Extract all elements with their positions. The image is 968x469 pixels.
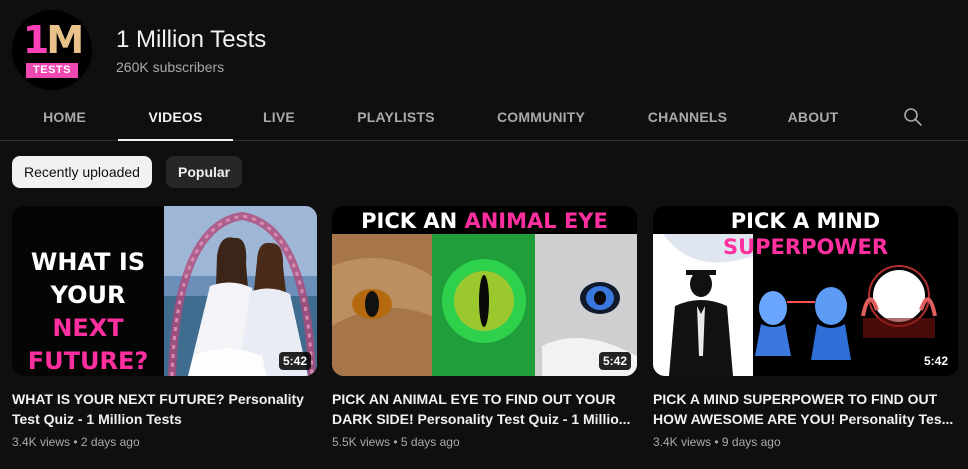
channel-header: 1M TESTS 1 Million Tests 260K subscriber… xyxy=(12,10,266,90)
video-card[interactable]: PICK AN ANIMAL EYE 5:42 PICK AN ANIMAL E… xyxy=(332,206,637,449)
video-meta: 3.4K views • 9 days ago xyxy=(653,435,781,449)
video-meta: 3.4K views • 2 days ago xyxy=(12,435,140,449)
view-count: 3.4K views xyxy=(653,435,712,449)
thumbnail-headline: PICK A MIND SUPERPOWER xyxy=(722,209,888,259)
subscriber-count: 260K subscribers xyxy=(116,59,225,75)
video-duration: 5:42 xyxy=(919,352,952,370)
video-card[interactable]: WHAT IS YOUR NEXT FUTURE? 5:42 WHAT IS Y… xyxy=(12,206,317,449)
thumbnail-headline: WHAT IS YOUR NEXT FUTURE? xyxy=(27,248,149,375)
video-duration: 5:42 xyxy=(278,352,311,370)
channel-name: 1 Million Tests xyxy=(116,26,267,53)
tab-live[interactable]: LIVE xyxy=(233,94,325,140)
chip-popular[interactable]: Popular xyxy=(166,156,243,188)
tab-community[interactable]: COMMUNITY xyxy=(467,94,615,140)
avatar-logo-tag: TESTS xyxy=(26,63,78,78)
channel-meta: 1 Million Tests 260K subscribers xyxy=(116,25,266,75)
channel-tabs: HOME VIDEOS LIVE PLAYLISTS COMMUNITY CHA… xyxy=(0,94,968,141)
tab-home[interactable]: HOME xyxy=(12,94,117,140)
search-icon[interactable] xyxy=(898,106,928,128)
upload-age: 2 days ago xyxy=(80,435,140,449)
view-count: 3.4K views xyxy=(12,435,71,449)
tab-about[interactable]: ABOUT xyxy=(760,94,866,140)
video-thumbnail[interactable]: PICK AN ANIMAL EYE 5:42 xyxy=(332,206,637,376)
video-card[interactable]: PICK A MIND SUPERPOWER 5:42 PICK A MIND … xyxy=(653,206,958,449)
upload-age: 9 days ago xyxy=(721,435,781,449)
tab-playlists[interactable]: PLAYLISTS xyxy=(325,94,467,140)
video-title[interactable]: PICK A MIND SUPERPOWER TO FIND OUT HOW A… xyxy=(653,389,958,429)
video-thumbnail[interactable]: WHAT IS YOUR NEXT FUTURE? 5:42 xyxy=(12,206,317,376)
tab-videos[interactable]: VIDEOS xyxy=(118,94,233,141)
view-count: 5.5K views xyxy=(332,435,391,449)
avatar-logo-mark: 1M xyxy=(22,18,84,62)
upload-age: 5 days ago xyxy=(400,435,460,449)
chip-recently-uploaded[interactable]: Recently uploaded xyxy=(12,156,152,188)
video-title[interactable]: WHAT IS YOUR NEXT FUTURE? Personality Te… xyxy=(12,389,317,429)
video-duration: 5:42 xyxy=(598,352,631,370)
video-title[interactable]: PICK AN ANIMAL EYE TO FIND OUT YOUR DARK… xyxy=(332,389,637,429)
channel-avatar[interactable]: 1M TESTS xyxy=(12,10,92,90)
video-thumbnail[interactable]: PICK A MIND SUPERPOWER 5:42 xyxy=(653,206,958,376)
tab-channels[interactable]: CHANNELS xyxy=(615,94,760,140)
thumbnail-headline: PICK AN ANIMAL EYE xyxy=(361,209,608,233)
video-meta: 5.5K views • 5 days ago xyxy=(332,435,460,449)
